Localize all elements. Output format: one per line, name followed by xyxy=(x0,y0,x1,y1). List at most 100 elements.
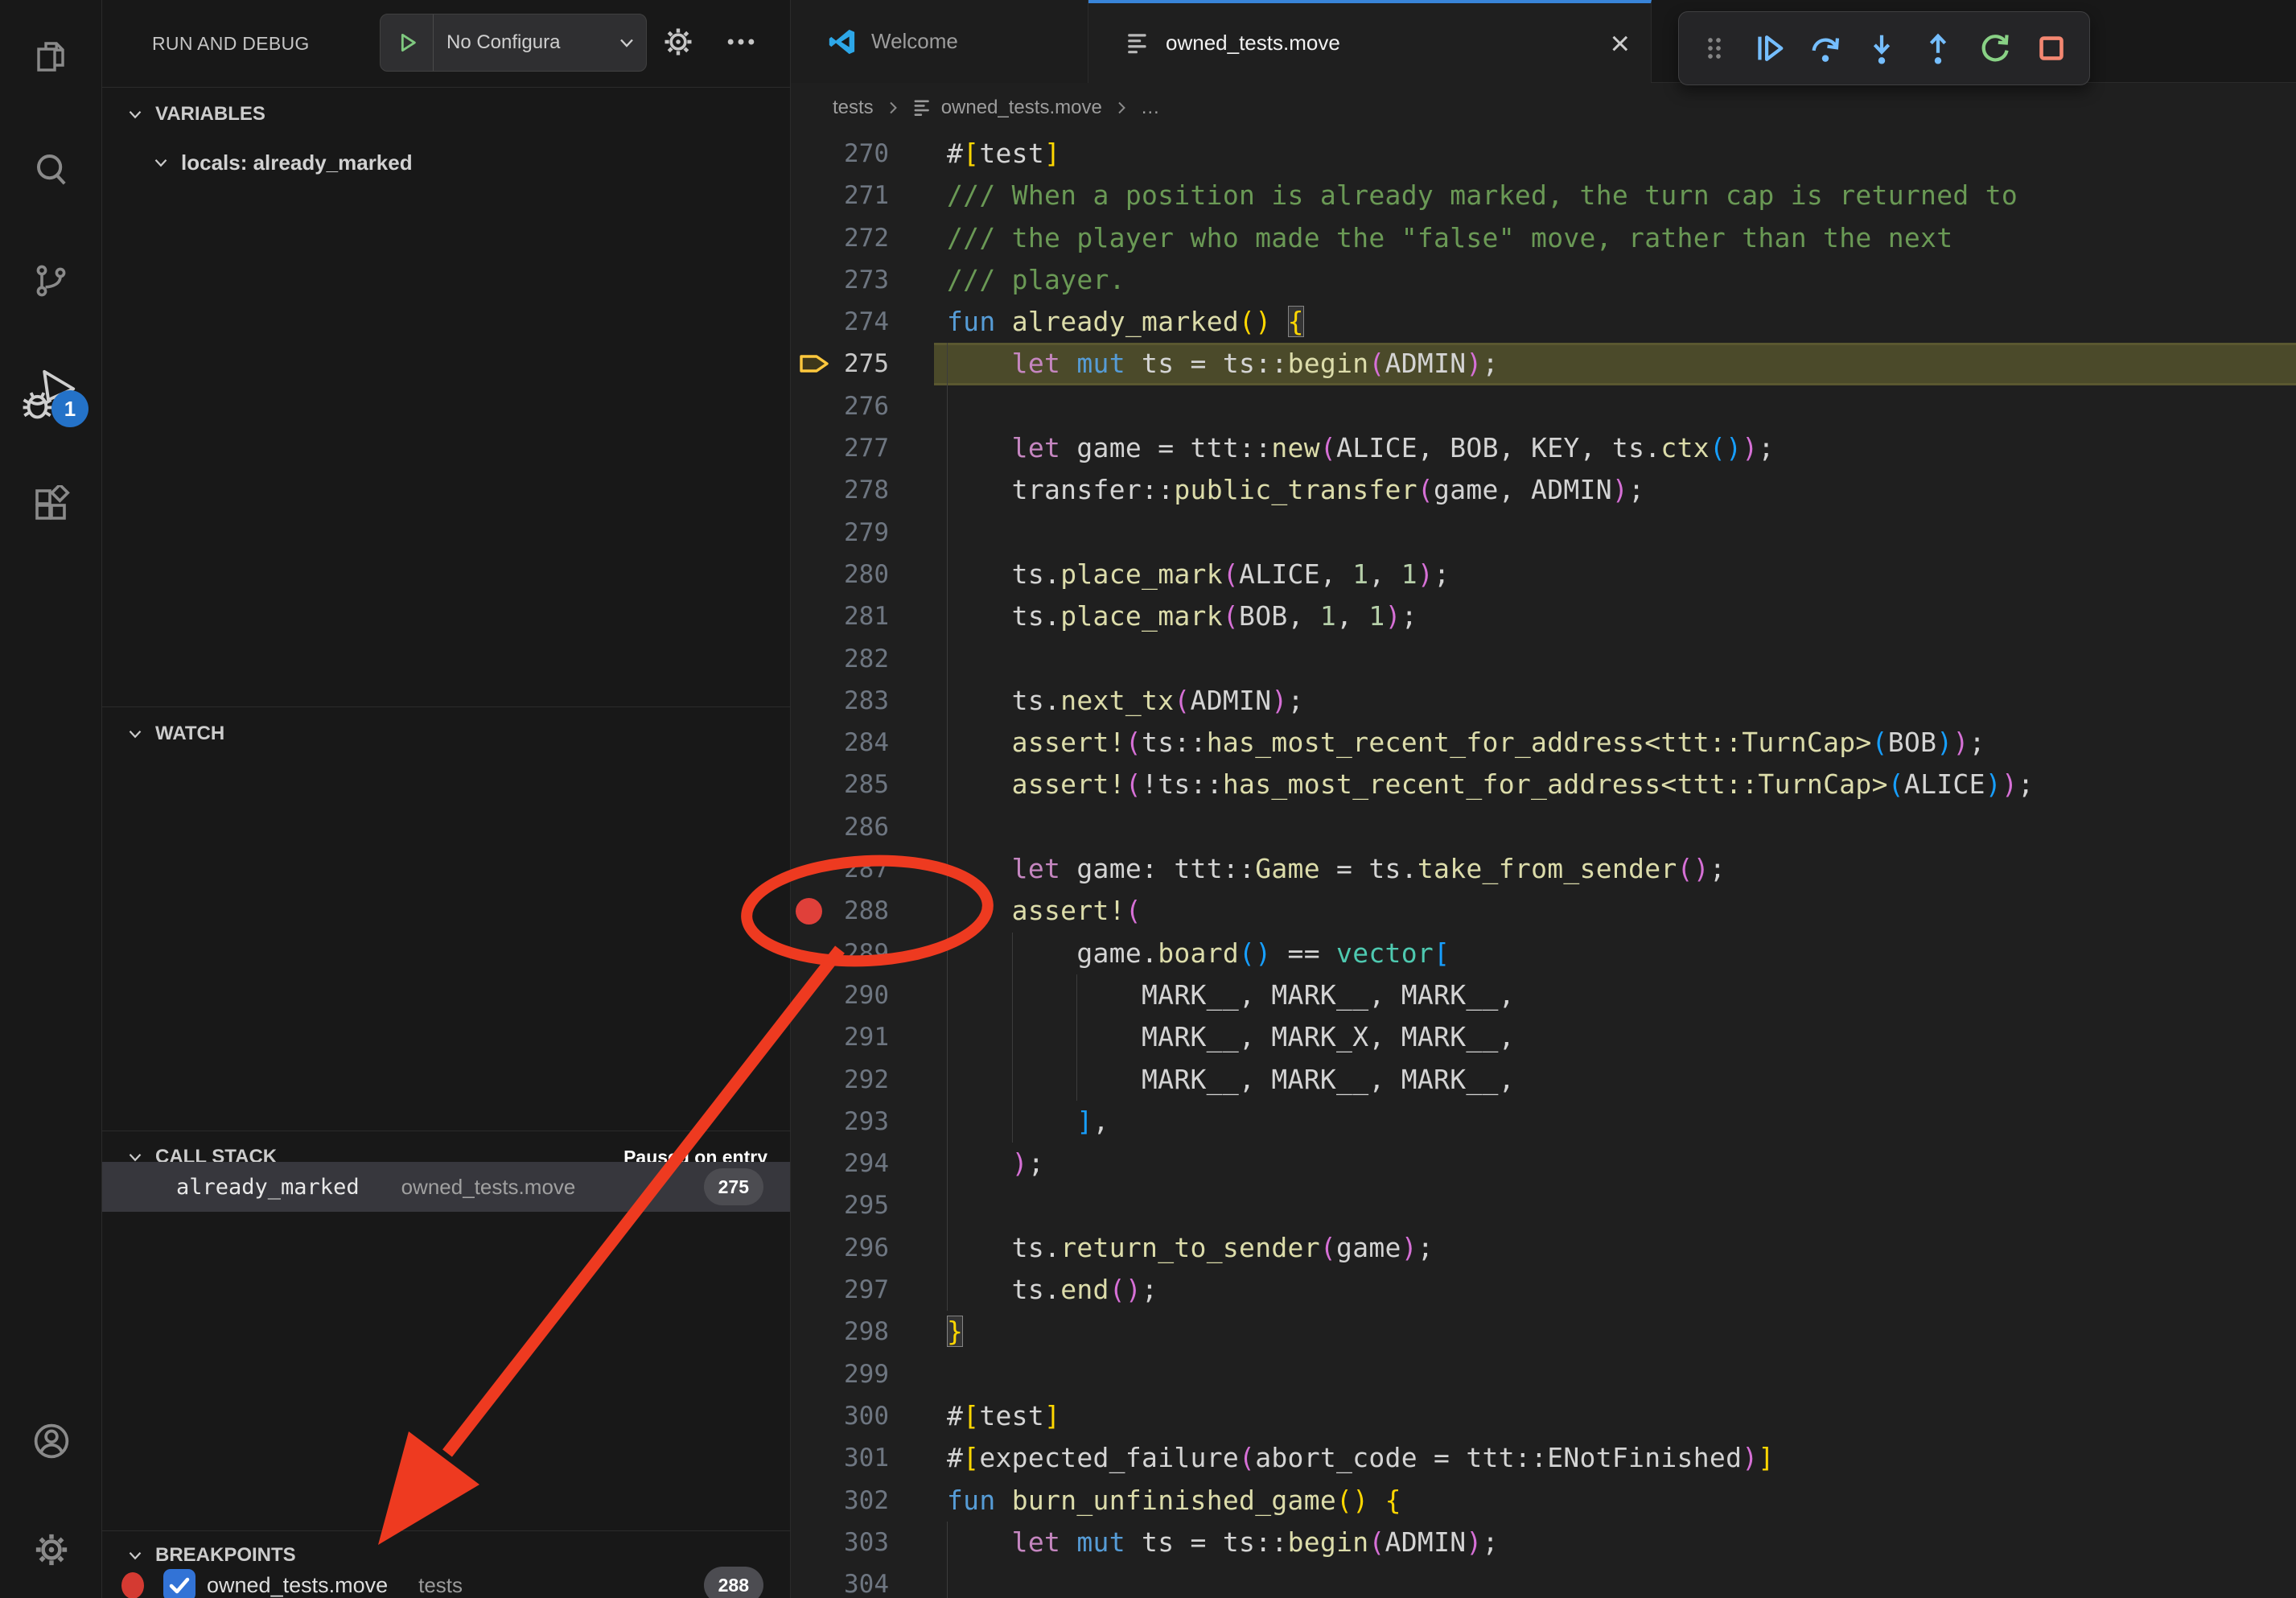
start-debugging-button[interactable] xyxy=(381,14,434,71)
code-line[interactable]: 286 xyxy=(791,806,2296,848)
code-line[interactable]: 298} xyxy=(791,1311,2296,1353)
code-line[interactable]: 294 ); xyxy=(791,1143,2296,1184)
code-line[interactable]: 275 let mut ts = ts::begin(ADMIN); xyxy=(791,343,2296,385)
code-line[interactable]: 272/// the player who made the "false" m… xyxy=(791,217,2296,259)
line-number[interactable]: 290 xyxy=(791,974,889,1016)
line-number[interactable]: 286 xyxy=(791,806,889,848)
line-number[interactable]: 300 xyxy=(791,1395,889,1437)
settings-button[interactable] xyxy=(0,1505,101,1593)
code-line[interactable]: 295 xyxy=(791,1184,2296,1226)
line-number[interactable]: 284 xyxy=(791,722,889,764)
code-line[interactable]: 287 let game: ttt::Game = ts.take_from_s… xyxy=(791,848,2296,890)
line-number[interactable]: 292 xyxy=(791,1059,889,1101)
continue-button[interactable] xyxy=(1750,30,1787,67)
line-number[interactable]: 297 xyxy=(791,1269,889,1311)
code-line[interactable]: 271/// When a position is already marked… xyxy=(791,175,2296,216)
line-number[interactable]: 289 xyxy=(791,933,889,974)
step-into-button[interactable] xyxy=(1863,30,1900,67)
line-number[interactable]: 302 xyxy=(791,1480,889,1522)
line-number[interactable]: 291 xyxy=(791,1016,889,1058)
code-line[interactable]: 281 ts.place_mark(BOB, 1, 1); xyxy=(791,595,2296,637)
code-line[interactable]: 288 assert!( xyxy=(791,890,2296,932)
line-number[interactable]: 285 xyxy=(791,764,889,805)
watch-section-header[interactable]: WATCH xyxy=(102,708,790,760)
code-line[interactable]: 280 ts.place_mark(ALICE, 1, 1); xyxy=(791,554,2296,595)
line-number[interactable]: 271 xyxy=(791,175,889,216)
breadcrumb-item-symbol[interactable]: … xyxy=(1141,97,1160,119)
breakpoint-list-item[interactable]: owned_tests.move tests 288 xyxy=(102,1563,790,1598)
code-line[interactable]: 297 ts.end(); xyxy=(791,1269,2296,1311)
line-number[interactable]: 299 xyxy=(791,1353,889,1395)
line-number[interactable]: 278 xyxy=(791,469,889,511)
sidebar-item-run-debug[interactable] xyxy=(0,351,101,439)
code-line[interactable]: 276 xyxy=(791,385,2296,427)
line-number[interactable]: 287 xyxy=(791,848,889,890)
code-line[interactable]: 284 assert!(ts::has_most_recent_for_addr… xyxy=(791,722,2296,764)
line-number[interactable]: 272 xyxy=(791,217,889,259)
code-line[interactable]: 279 xyxy=(791,512,2296,554)
breadcrumb-item-folder[interactable]: tests xyxy=(833,97,874,119)
line-number[interactable]: 276 xyxy=(791,385,889,427)
code-line[interactable]: 299 xyxy=(791,1353,2296,1395)
code-line[interactable]: 283 ts.next_tx(ADMIN); xyxy=(791,680,2296,722)
code-line[interactable]: 292 MARK__, MARK__, MARK__, xyxy=(791,1059,2296,1101)
line-number[interactable]: 298 xyxy=(791,1311,889,1353)
drag-grip-icon[interactable] xyxy=(1698,30,1730,67)
breadcrumb-item-file[interactable]: owned_tests.move xyxy=(941,97,1102,119)
line-number[interactable]: 304 xyxy=(791,1563,889,1598)
sidebar-item-search[interactable] xyxy=(0,126,101,214)
more-actions-button[interactable] xyxy=(723,24,759,64)
line-number[interactable]: 270 xyxy=(791,133,889,175)
line-number[interactable]: 296 xyxy=(791,1227,889,1269)
line-number[interactable]: 301 xyxy=(791,1437,889,1479)
code-line[interactable]: 300#[test] xyxy=(791,1395,2296,1437)
code-line[interactable]: 289 game.board() == vector[ xyxy=(791,933,2296,974)
code-line[interactable]: 302fun burn_unfinished_game() { xyxy=(791,1480,2296,1522)
variables-section-header[interactable]: VARIABLES xyxy=(102,89,790,140)
breakpoint-checkbox[interactable] xyxy=(163,1569,195,1598)
stop-button[interactable] xyxy=(2033,30,2070,67)
sidebar-item-extensions[interactable] xyxy=(0,460,101,549)
line-number[interactable]: 282 xyxy=(791,638,889,680)
code-line[interactable]: 303 let mut ts = ts::begin(ADMIN); xyxy=(791,1522,2296,1563)
code-line[interactable]: 274fun already_marked() { xyxy=(791,301,2296,343)
code-line[interactable]: 304 xyxy=(791,1563,2296,1598)
variables-locals-item[interactable]: locals: already_marked xyxy=(102,138,790,187)
debug-settings-button[interactable] xyxy=(660,24,696,64)
sidebar-item-source-control[interactable] xyxy=(0,237,101,325)
code-line[interactable]: 293 ], xyxy=(791,1101,2296,1143)
line-number[interactable]: 303 xyxy=(791,1522,889,1563)
debug-configuration-dropdown[interactable]: No Configura xyxy=(380,14,647,72)
code-line[interactable]: 278 transfer::public_transfer(game, ADMI… xyxy=(791,469,2296,511)
code-line[interactable]: 296 ts.return_to_sender(game); xyxy=(791,1227,2296,1269)
line-number[interactable]: 295 xyxy=(791,1184,889,1226)
tab-welcome[interactable]: Welcome xyxy=(791,0,1088,83)
call-stack-frame[interactable]: already_marked owned_tests.move 275 xyxy=(102,1162,790,1212)
line-number[interactable]: 293 xyxy=(791,1101,889,1143)
line-number[interactable]: 280 xyxy=(791,554,889,595)
close-icon[interactable]: × xyxy=(1610,27,1630,60)
line-number[interactable]: 283 xyxy=(791,680,889,722)
sidebar-item-explorer[interactable] xyxy=(0,13,101,101)
code-line[interactable]: 277 let game = ttt::new(ALICE, BOB, KEY,… xyxy=(791,427,2296,469)
code-line[interactable]: 285 assert!(!ts::has_most_recent_for_add… xyxy=(791,764,2296,805)
line-number[interactable]: 279 xyxy=(791,512,889,554)
code-line[interactable]: 270#[test] xyxy=(791,133,2296,175)
step-out-button[interactable] xyxy=(1920,30,1957,67)
line-number[interactable]: 277 xyxy=(791,427,889,469)
tab-owned-tests-move[interactable]: owned_tests.move × xyxy=(1088,0,1652,83)
restart-button[interactable] xyxy=(1977,30,2014,67)
account-button[interactable] xyxy=(0,1396,101,1485)
code-line[interactable]: 301#[expected_failure(abort_code = ttt::… xyxy=(791,1437,2296,1479)
step-over-button[interactable] xyxy=(1807,30,1844,67)
code-text: let game = ttt::new(ALICE, BOB, KEY, ts.… xyxy=(947,427,1775,469)
code-line[interactable]: 273/// player. xyxy=(791,259,2296,301)
line-number[interactable]: 274 xyxy=(791,301,889,343)
code-line[interactable]: 290 MARK__, MARK__, MARK__, xyxy=(791,974,2296,1016)
code-area[interactable]: 270#[test]271/// When a position is alre… xyxy=(791,133,2296,1598)
code-line[interactable]: 291 MARK__, MARK_X, MARK__, xyxy=(791,1016,2296,1058)
line-number[interactable]: 273 xyxy=(791,259,889,301)
code-line[interactable]: 282 xyxy=(791,638,2296,680)
line-number[interactable]: 294 xyxy=(791,1143,889,1184)
line-number[interactable]: 281 xyxy=(791,595,889,637)
